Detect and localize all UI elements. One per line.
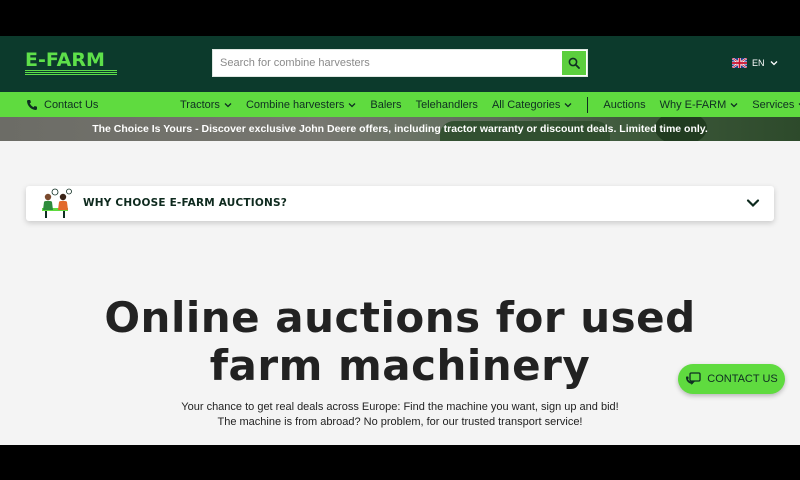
nav-item-combine-harvesters[interactable]: Combine harvesters xyxy=(246,99,356,111)
nav-item-telehandlers[interactable]: Telehandlers xyxy=(416,99,478,111)
nav-item-label: All Categories xyxy=(491,98,561,111)
nav-item-why-efarm[interactable]: Why E-FARM xyxy=(660,99,739,111)
nav-item-auctions[interactable]: Auctions xyxy=(603,99,645,111)
nav-menu: Tractors Combine harvesters Balers Teleh… xyxy=(180,92,800,117)
letterbox-frame: E-FARM EN xyxy=(0,0,800,480)
promo-banner[interactable]: The Choice Is Yours - Discover exclusive… xyxy=(0,117,800,141)
nav-item-tractors[interactable]: Tractors xyxy=(180,99,232,111)
language-label: EN xyxy=(752,58,765,68)
why-choose-title: WHY CHOOSE E-FARM AUCTIONS? xyxy=(83,197,288,209)
chevron-down-icon xyxy=(746,199,760,208)
nav-item-label: Combine harvesters xyxy=(245,98,345,111)
chevron-down-icon xyxy=(224,102,232,107)
phone-icon xyxy=(27,99,37,110)
chevron-down-icon xyxy=(730,102,738,107)
nav-item-label: Why E-FARM xyxy=(659,98,727,111)
hero-subtitle-line-1: Your chance to get real deals across Eur… xyxy=(181,401,619,413)
nav-contact-us[interactable]: Contact Us xyxy=(26,96,98,113)
chevron-down-icon xyxy=(348,102,356,107)
hero-subtitle: Your chance to get real deals across Eur… xyxy=(0,400,800,430)
people-illustration-icon xyxy=(42,188,72,218)
search-icon xyxy=(568,57,580,69)
nav-contact-label: Contact Us xyxy=(44,98,99,111)
site-header: E-FARM EN xyxy=(0,36,800,92)
floating-contact-button[interactable]: CONTACT US xyxy=(678,364,785,394)
chevron-down-icon xyxy=(770,61,777,66)
nav-item-label: Balers xyxy=(370,98,402,111)
language-selector[interactable]: EN xyxy=(732,56,778,70)
nav-item-label: Auctions xyxy=(603,98,646,111)
chevron-down-icon xyxy=(564,102,572,107)
search-bar xyxy=(212,49,588,77)
promo-text: The Choice Is Yours - Discover exclusive… xyxy=(92,123,708,135)
nav-item-label: Telehandlers xyxy=(415,98,478,111)
hero-subtitle-line-2: The machine is from abroad? No problem, … xyxy=(217,416,583,428)
logo-text: E-FARM xyxy=(25,49,105,71)
hero-title-line-1: Online auctions for used xyxy=(104,293,696,342)
nav-item-all-categories[interactable]: All Categories xyxy=(492,99,572,111)
nav-item-label: Services xyxy=(752,98,795,111)
nav-item-label: Tractors xyxy=(180,98,220,111)
nav-item-services[interactable]: Services xyxy=(752,99,800,111)
uk-flag-icon xyxy=(732,58,747,68)
why-choose-accordion[interactable]: WHY CHOOSE E-FARM AUCTIONS? xyxy=(26,186,774,221)
phone-chat-icon xyxy=(686,372,701,385)
logo-stripes xyxy=(25,70,117,76)
search-button[interactable] xyxy=(562,51,586,75)
efarm-logo[interactable]: E-FARM xyxy=(25,50,117,76)
nav-divider xyxy=(587,96,589,113)
nav-item-balers[interactable]: Balers xyxy=(370,99,401,111)
main-nav: Contact Us Tractors Combine harvesters B… xyxy=(0,92,800,117)
floating-contact-label: CONTACT US xyxy=(707,373,778,385)
search-input[interactable] xyxy=(213,50,561,76)
